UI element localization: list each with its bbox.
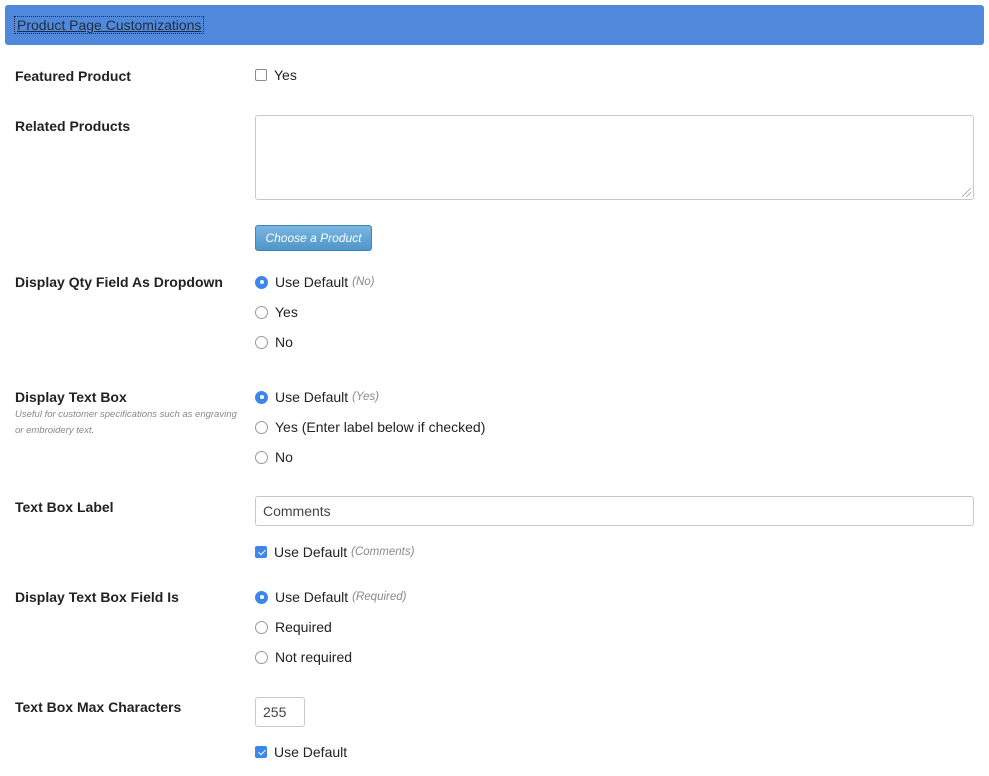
option-label: No [275, 334, 293, 350]
option-label: No [275, 449, 293, 465]
qty-dropdown-option-default[interactable]: Use Default (No) [255, 274, 375, 290]
text-box-option-default[interactable]: Use Default (Yes) [255, 389, 379, 405]
qty-dropdown-option-yes[interactable]: Yes [255, 304, 298, 320]
radio-button[interactable] [255, 335, 268, 349]
option-label: Use Default [275, 389, 349, 405]
text-box-hint: Useful for customer specifications such … [15, 409, 237, 436]
option-label: Required [275, 619, 332, 635]
option-label: Not required [275, 649, 353, 665]
text-box-field-option-not-required[interactable]: Not required [255, 649, 352, 665]
max-chars-input[interactable]: 255 [255, 697, 305, 727]
featured-product-label: Featured Product [15, 68, 131, 84]
qty-dropdown-label: Display Qty Field As Dropdown [15, 274, 223, 290]
related-products-textarea[interactable] [255, 115, 974, 200]
option-label: Yes [275, 304, 298, 320]
text-box-option-yes[interactable]: Yes (Enter label below if checked) [255, 419, 485, 435]
radio-button[interactable] [255, 305, 268, 319]
radio-button[interactable] [255, 420, 268, 434]
radio-button-selected[interactable] [255, 390, 268, 404]
text-box-field-option-required[interactable]: Required [255, 619, 332, 635]
max-chars-use-default[interactable]: Use Default [255, 744, 347, 760]
featured-product-checkbox-label: Yes [274, 67, 297, 83]
radio-button-selected[interactable] [255, 590, 268, 604]
qty-dropdown-option-no[interactable]: No [255, 334, 293, 350]
default-hint: (Required) [352, 591, 407, 603]
default-hint: (No) [352, 276, 375, 288]
text-box-label-use-default[interactable]: Use Default (Comments) [255, 544, 414, 560]
radio-button[interactable] [255, 450, 268, 464]
use-default-checkbox[interactable] [255, 546, 267, 558]
text-box-option-no[interactable]: No [255, 449, 293, 465]
use-default-checkbox[interactable] [255, 746, 267, 758]
section-header: Product Page Customizations [5, 5, 984, 45]
radio-button[interactable] [255, 620, 268, 634]
option-label: Use Default [275, 274, 349, 290]
use-default-label: Use Default [274, 544, 348, 560]
option-label: Yes (Enter label below if checked) [275, 419, 486, 435]
section-title-link[interactable]: Product Page Customizations [13, 16, 205, 34]
related-products-label: Related Products [15, 118, 131, 134]
default-hint: (Yes) [352, 391, 379, 403]
max-chars-label: Text Box Max Characters [15, 699, 182, 715]
default-hint: (Comments) [351, 546, 415, 558]
option-label: Use Default [275, 589, 349, 605]
radio-button-selected[interactable] [255, 275, 268, 289]
resize-grip-icon[interactable] [962, 188, 971, 197]
text-box-label: Display Text Box [15, 389, 127, 405]
choose-product-button[interactable]: Choose a Product [255, 225, 372, 251]
featured-product-checkbox[interactable] [255, 69, 267, 81]
text-box-label-input[interactable]: Comments [255, 496, 974, 526]
text-box-field-label: Display Text Box Field Is [15, 589, 179, 605]
text-box-field-option-default[interactable]: Use Default (Required) [255, 589, 406, 605]
radio-button[interactable] [255, 650, 268, 664]
text-box-label-field-label: Text Box Label [15, 499, 114, 515]
use-default-label: Use Default [274, 744, 348, 760]
featured-product-option[interactable]: Yes [255, 67, 297, 83]
